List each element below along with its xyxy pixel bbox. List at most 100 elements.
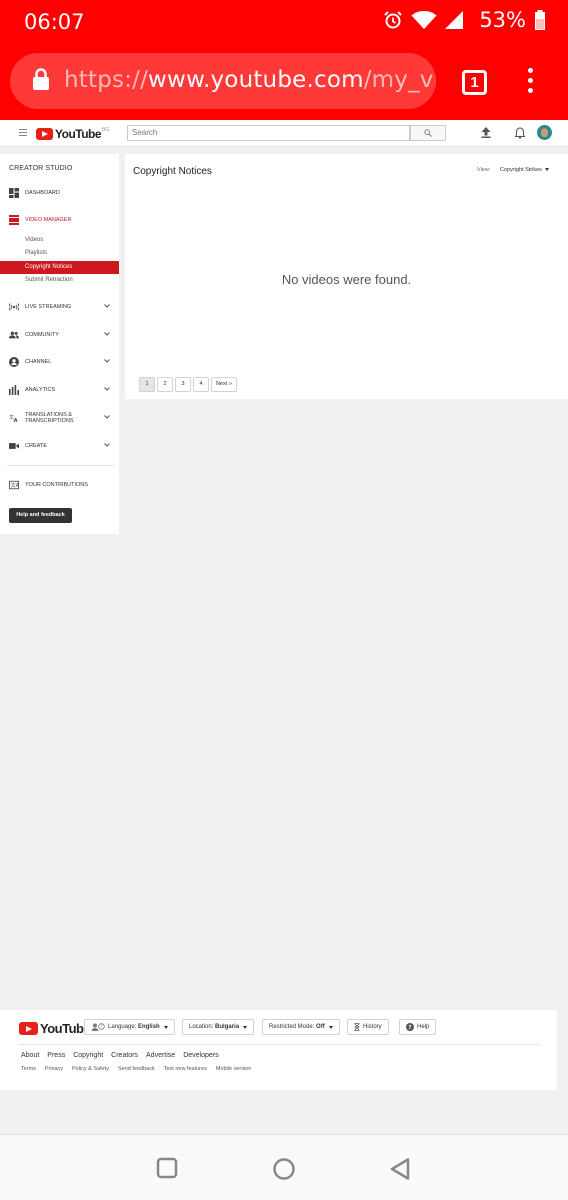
browser-toolbar: https://www.youtube.com/my_vid 1 bbox=[0, 44, 568, 120]
restricted-value: Off bbox=[316, 1024, 325, 1030]
community-icon bbox=[9, 331, 19, 339]
svg-text:文A: 文A bbox=[11, 482, 19, 489]
location-button[interactable]: Location: Bulgaria bbox=[182, 1019, 255, 1035]
footer-link-about[interactable]: About bbox=[21, 1052, 39, 1059]
svg-text:?: ? bbox=[101, 1024, 103, 1029]
creator-studio-sidebar: CREATOR STUDIO DASHBOARD VIDEO MANAGER V… bbox=[0, 154, 119, 534]
battery-percent: 53% bbox=[479, 8, 526, 32]
page-button-3[interactable]: 3 bbox=[175, 377, 191, 392]
footer-youtube-logo[interactable]: YouTube bbox=[19, 1021, 91, 1036]
footer-link-creators[interactable]: Creators bbox=[111, 1052, 138, 1059]
footer-link-privacy[interactable]: Privacy bbox=[45, 1066, 63, 1072]
chevron-down-icon bbox=[104, 304, 110, 308]
status-time: 06:07 bbox=[24, 10, 85, 34]
footer-divider bbox=[19, 1044, 540, 1045]
sidebar-item-dashboard[interactable]: DASHBOARD bbox=[0, 184, 119, 202]
browser-menu-button[interactable] bbox=[526, 68, 534, 98]
menu-icon[interactable] bbox=[19, 129, 27, 138]
translations-line-2: TRANSCRIPTIONS bbox=[25, 418, 74, 424]
page-button-1[interactable]: 1 bbox=[139, 377, 155, 392]
sidebar-item-live-streaming[interactable]: LIVE STREAMING bbox=[0, 298, 119, 316]
channel-icon bbox=[9, 357, 19, 367]
wifi-icon bbox=[411, 11, 437, 29]
avatar[interactable] bbox=[537, 125, 552, 140]
history-button[interactable]: History bbox=[347, 1019, 389, 1035]
footer-secondary-links: Terms Privacy Policy & Safety Send feedb… bbox=[21, 1066, 251, 1072]
page-title: Copyright Notices bbox=[133, 166, 212, 177]
sidebar-item-community[interactable]: COMMUNITY bbox=[0, 326, 119, 344]
recents-icon[interactable] bbox=[156, 1157, 178, 1179]
url-text: https://www.youtube.com/my_vid bbox=[64, 67, 436, 93]
tab-switcher-button[interactable]: 1 bbox=[462, 70, 487, 95]
chevron-down-icon bbox=[104, 359, 110, 363]
search-input[interactable]: Search bbox=[127, 125, 410, 141]
language-label: Language: bbox=[108, 1024, 137, 1030]
signal-icon bbox=[445, 11, 464, 29]
next-page-button[interactable]: Next » bbox=[211, 377, 237, 392]
footer-link-send-feedback[interactable]: Send feedback bbox=[118, 1066, 155, 1072]
bell-icon[interactable] bbox=[515, 127, 525, 139]
sidebar-subitem-playlists[interactable]: Playlists bbox=[0, 247, 119, 260]
footer-link-terms[interactable]: Terms bbox=[21, 1066, 36, 1072]
view-label: View: bbox=[477, 167, 491, 173]
youtube-play-icon bbox=[19, 1022, 38, 1035]
page-button-4[interactable]: 4 bbox=[193, 377, 209, 392]
search-button[interactable] bbox=[410, 125, 446, 141]
help-and-feedback-button[interactable]: Help and feedback bbox=[9, 508, 72, 523]
footer-logo-text: YouTube bbox=[40, 1021, 91, 1036]
footer-link-press[interactable]: Press bbox=[47, 1052, 65, 1059]
url-bar[interactable]: https://www.youtube.com/my_vid bbox=[10, 53, 436, 109]
sidebar-divider bbox=[7, 465, 114, 466]
sidebar-item-video-manager[interactable]: VIDEO MANAGER bbox=[0, 211, 119, 229]
sidebar-item-analytics[interactable]: ANALYTICS bbox=[0, 381, 119, 399]
sidebar-subitem-submit-retraction[interactable]: Submit Retraction bbox=[0, 274, 119, 287]
footer-link-developers[interactable]: Developers bbox=[183, 1052, 218, 1059]
sidebar-item-translations[interactable]: 文A TRANSLATIONS & TRANSCRIPTIONS bbox=[0, 409, 119, 427]
sidebar-item-channel[interactable]: CHANNEL bbox=[0, 353, 119, 371]
footer-link-test-new-features[interactable]: Test new features bbox=[164, 1066, 207, 1072]
view-dropdown[interactable]: Copyright Strikes bbox=[500, 167, 549, 173]
sidebar-item-create[interactable]: CREATE bbox=[0, 437, 119, 455]
empty-state-message: No videos were found. bbox=[281, 272, 412, 287]
url-scheme: https:// bbox=[64, 67, 149, 93]
footer-link-policy-safety[interactable]: Policy & Safety bbox=[72, 1066, 109, 1072]
help-label: Help bbox=[417, 1024, 430, 1030]
history-icon bbox=[354, 1023, 360, 1031]
help-button[interactable]: ? Help bbox=[399, 1019, 437, 1035]
dashboard-icon bbox=[9, 188, 19, 198]
upload-icon[interactable] bbox=[481, 127, 491, 138]
language-value: English bbox=[138, 1024, 160, 1030]
location-label: Location: bbox=[189, 1024, 214, 1030]
history-label: History bbox=[363, 1024, 382, 1030]
sidebar-subitem-videos[interactable]: Videos bbox=[0, 234, 119, 247]
back-icon[interactable] bbox=[389, 1157, 411, 1181]
page-button-2[interactable]: 2 bbox=[157, 377, 173, 392]
sidebar-item-label: VIDEO MANAGER bbox=[25, 217, 72, 223]
help-icon: ? bbox=[406, 1023, 414, 1031]
sidebar-subitem-copyright-notices[interactable]: Copyright Notices bbox=[0, 261, 119, 274]
youtube-logo[interactable]: YouTube BG bbox=[36, 127, 109, 141]
svg-text:?: ? bbox=[408, 1025, 411, 1031]
youtube-footer: YouTube ? Language: English Location: Bu… bbox=[0, 1010, 557, 1090]
chevron-down-icon bbox=[104, 387, 110, 391]
sidebar-item-label: CREATE bbox=[25, 443, 47, 449]
footer-link-copyright[interactable]: Copyright bbox=[73, 1052, 103, 1059]
chevron-down-icon bbox=[104, 443, 110, 447]
home-icon[interactable] bbox=[272, 1157, 296, 1181]
url-host: www.youtube.com bbox=[148, 67, 364, 93]
sidebar-item-label: TRANSLATIONS & TRANSCRIPTIONS bbox=[25, 412, 74, 424]
restricted-mode-button[interactable]: Restricted Mode: Off bbox=[262, 1019, 340, 1035]
restricted-label: Restricted Mode: bbox=[269, 1024, 315, 1030]
footer-link-mobile-version[interactable]: Mobile version bbox=[216, 1066, 251, 1072]
youtube-masthead: YouTube BG Search bbox=[0, 120, 568, 147]
language-button[interactable]: ? Language: English bbox=[84, 1019, 175, 1035]
battery-icon bbox=[535, 10, 545, 30]
sidebar-item-your-contributions[interactable]: 文A YOUR CONTRIBUTIONS bbox=[0, 476, 119, 494]
search-icon bbox=[424, 129, 432, 137]
sidebar-title: CREATOR STUDIO bbox=[9, 165, 73, 172]
chevron-down-icon bbox=[104, 332, 110, 336]
language-icon: ? bbox=[91, 1023, 105, 1031]
sidebar-item-label: CHANNEL bbox=[25, 359, 52, 365]
sidebar-item-label: YOUR CONTRIBUTIONS bbox=[25, 482, 88, 488]
footer-link-advertise[interactable]: Advertise bbox=[146, 1052, 175, 1059]
